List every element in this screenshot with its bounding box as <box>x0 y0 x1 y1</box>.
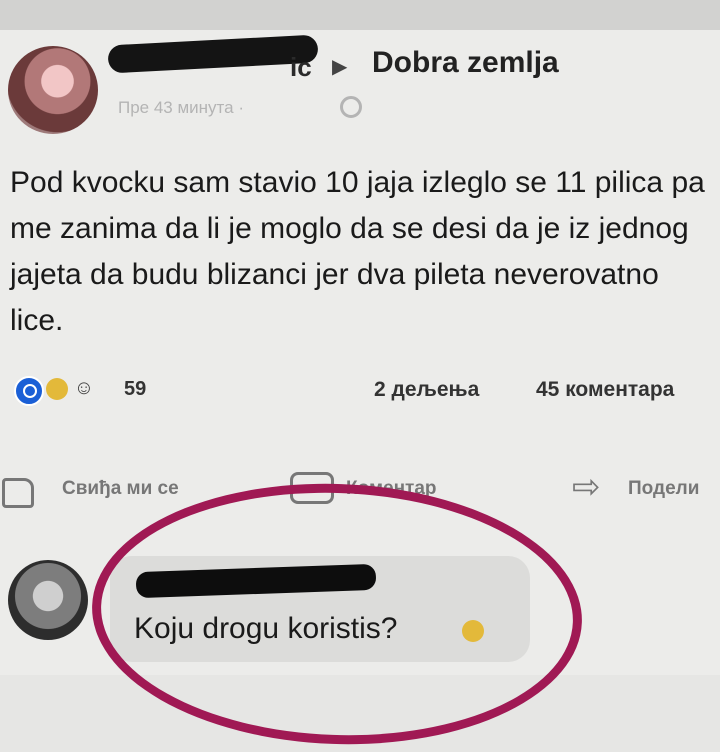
top-band <box>0 0 720 30</box>
like-button[interactable]: Свиђа ми се <box>62 478 179 500</box>
commenter-avatar[interactable] <box>8 560 88 640</box>
shares-count[interactable]: 2 дељења <box>374 378 479 402</box>
comments-count[interactable]: 45 коментара <box>536 378 674 402</box>
share-icon[interactable]: ⇨ <box>572 470 606 504</box>
thumbs-up-icon[interactable] <box>2 478 34 508</box>
reaction-count[interactable]: 59 <box>124 378 146 401</box>
globe-icon <box>340 96 362 118</box>
like-reaction-icon <box>14 376 44 406</box>
share-button[interactable]: Подели <box>628 478 699 500</box>
author-avatar[interactable] <box>8 46 98 134</box>
wow-reaction-icon: ☺ <box>73 377 95 399</box>
haha-reaction-icon <box>46 378 68 400</box>
arrow-icon: ▶ <box>332 56 348 78</box>
reaction-icons[interactable]: ☺ <box>14 374 124 406</box>
post-text: Pod kvocku sam stavio 10 jaja izleglo se… <box>10 166 705 337</box>
author-name-suffix[interactable]: ic <box>290 52 312 83</box>
post-timestamp[interactable]: Пре 43 минута · <box>118 98 244 118</box>
group-name-link[interactable]: Dobra zemlja <box>372 46 559 80</box>
